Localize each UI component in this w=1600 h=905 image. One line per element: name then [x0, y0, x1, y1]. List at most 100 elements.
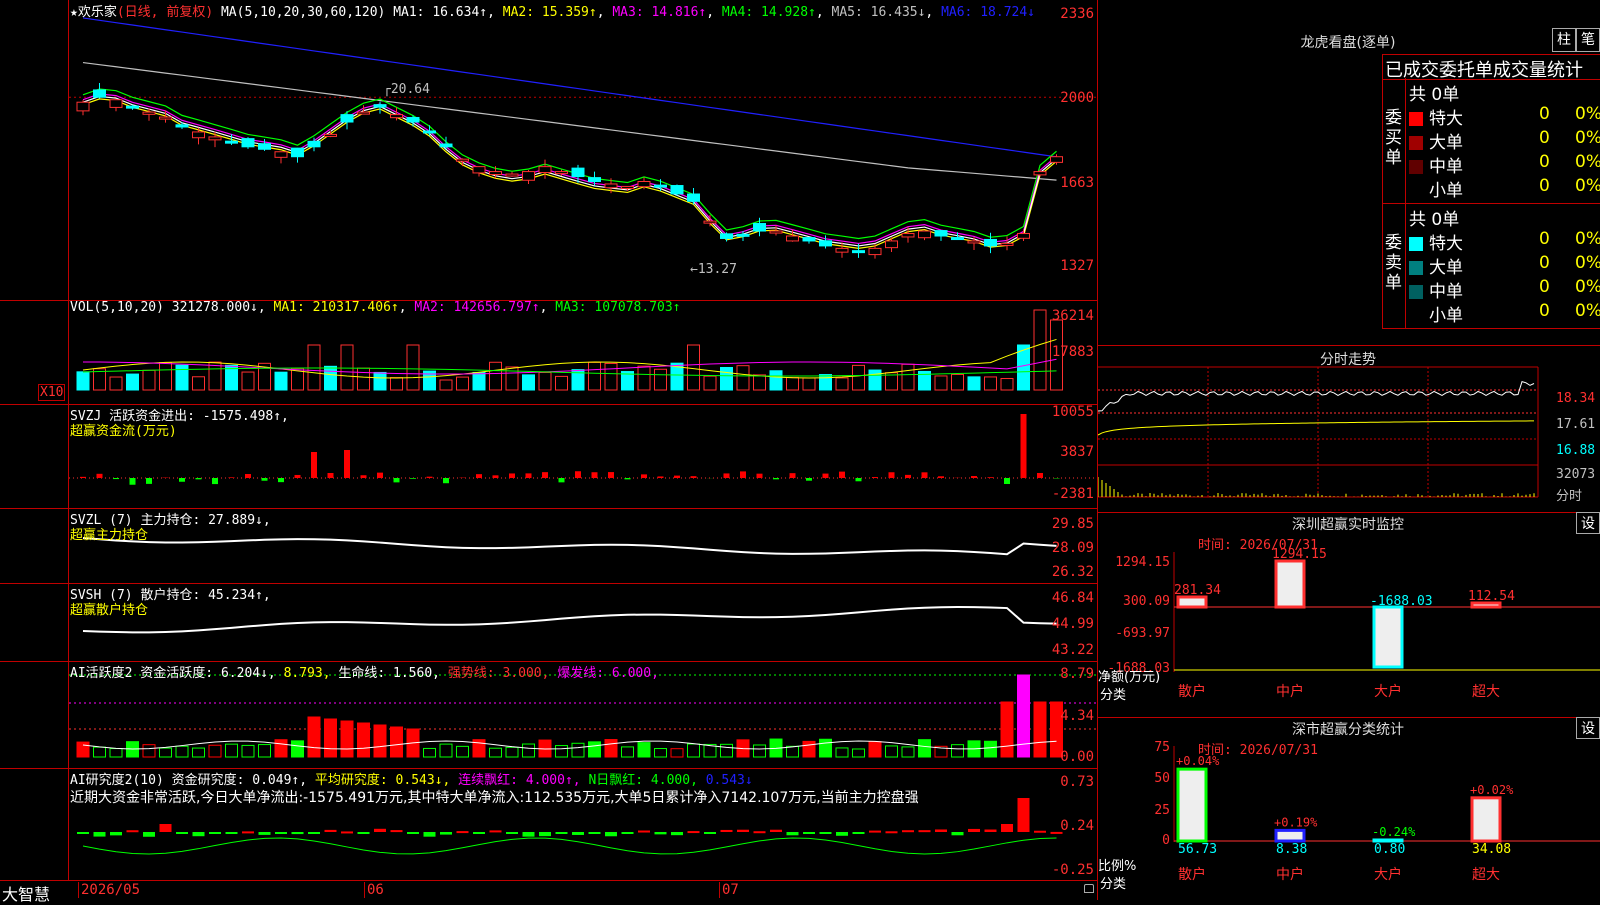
ai1-legend: AI活跃度2 资金活跃度: 6.204↓, 8.793, 生命线: 1.560,…	[70, 662, 659, 681]
research-bar	[589, 832, 601, 834]
sz-monitor-panel[interactable]: 深圳超赢实时监控 设 时间: 2026/07/31 1294.15300.09-…	[1098, 512, 1600, 718]
ma1-value: MA1: 16.634↑	[393, 5, 487, 20]
flow-bar	[295, 475, 301, 478]
candle	[242, 139, 254, 147]
ai-research-panel[interactable]: 0.73 0.24 -0.25 AI研究度2(10) 资金研究度: 0.049↑…	[0, 768, 1098, 881]
volume-bar	[440, 380, 452, 390]
lhb-tab[interactable]: 已成交委托单成交量统计	[1382, 54, 1600, 80]
flow-bar	[146, 478, 152, 484]
research-bar	[440, 832, 452, 835]
main-holding-line	[83, 538, 1057, 554]
volume-bar	[853, 365, 865, 390]
fs-tick: 分时	[1556, 485, 1582, 504]
candle	[193, 132, 205, 138]
activity-bar	[193, 748, 205, 757]
research-bar	[1018, 798, 1030, 832]
activity-bar	[490, 748, 502, 757]
research-bar	[374, 829, 386, 832]
flow-bar	[641, 474, 647, 478]
research-bar	[688, 831, 700, 833]
volume-bar	[176, 365, 188, 390]
svzl-panel[interactable]: 29.85 28.09 26.32 SVZL (7) 主力持仓: 27.889↓…	[0, 508, 1098, 584]
volume-bar	[143, 370, 155, 390]
buy-label: 委买单	[1385, 108, 1403, 168]
svzj-panel[interactable]: 10055 3837 -2381 SVZJ 活跃资金进出: -1575.498↑…	[0, 404, 1098, 509]
net-amount-chart: 1294.15300.09-693.97-1688.03281.341294.1…	[1098, 512, 1600, 717]
activity-bar	[952, 745, 964, 757]
category-label: 大户	[1374, 866, 1402, 883]
price-panel[interactable]: 2336 2000 1663 1327 ★欢乐家(日线, 前复权) MA(5,1…	[0, 0, 1098, 301]
activity-bar	[391, 727, 403, 757]
volume-bar	[374, 372, 386, 390]
flow-bar	[130, 478, 136, 485]
order-percent: 0%	[1575, 253, 1600, 273]
candle	[1018, 234, 1030, 239]
flow-bar	[97, 474, 103, 478]
flow-bar	[938, 476, 944, 478]
volume-panel[interactable]: 36214 17883 X10 VOL(5,10,20) 321278.000↓…	[0, 300, 1098, 405]
star-icon[interactable]: ★	[70, 5, 78, 20]
volume-bar	[737, 366, 749, 390]
ai1-part: 爆发线: 6.000,	[557, 666, 659, 681]
legend-swatch	[1409, 184, 1423, 198]
flow-bar	[889, 472, 895, 478]
svzl-tick: 26.32	[1032, 564, 1098, 580]
order-count: 0	[1539, 229, 1550, 249]
sz-y-label: 净额(万元)	[1098, 666, 1160, 685]
ai-activity-panel[interactable]: 8.79 4.34 0.00 AI活跃度2 资金活跃度: 6.204↓, 8.7…	[0, 661, 1098, 769]
candle	[820, 241, 832, 246]
research-bar	[605, 832, 617, 836]
volume-bar	[308, 345, 320, 390]
cls-tick: 25	[1154, 803, 1170, 818]
activity-bar	[589, 742, 601, 757]
order-count: 0	[1539, 301, 1550, 321]
svzl-tick: 28.09	[1032, 540, 1098, 556]
flow-bar	[674, 476, 680, 478]
adjust-mode[interactable]: (日线, 前复权)	[117, 5, 213, 20]
category-label: 中户	[1276, 866, 1304, 883]
candle	[655, 185, 667, 187]
volume-bar	[391, 378, 403, 390]
flow-bar	[905, 475, 911, 478]
lock-icon[interactable]	[1084, 884, 1094, 893]
intraday-panel[interactable]: 分时走势 18.34 17.61 16.88 32073 分时	[1098, 345, 1600, 513]
candle	[688, 194, 700, 201]
date-axis: 大智慧 2026/05 06 07	[0, 880, 1098, 900]
ratio-bar	[1178, 769, 1206, 841]
intraday-chart	[1098, 345, 1600, 512]
ai2-part: N日飘红: 4.000,	[588, 773, 697, 788]
volume-bar	[869, 370, 881, 390]
candle	[836, 248, 848, 252]
ratio-bar	[1276, 830, 1304, 841]
order-row-sell: 中单00%	[1409, 277, 1599, 299]
sell-label: 委卖单	[1385, 233, 1403, 293]
ai-comment: 近期大资金非常活跃,今日大单净流出:-1575.491万元,其中特大单净流入:1…	[70, 787, 919, 807]
flow-bar	[1004, 478, 1010, 484]
flow-bar	[839, 472, 845, 478]
bar-mode-button[interactable]: 柱	[1552, 28, 1576, 52]
flow-bar	[493, 475, 499, 478]
avg-research-line	[83, 838, 1057, 854]
research-bar	[869, 831, 881, 833]
research-bar	[770, 830, 782, 832]
activity-bar	[440, 744, 452, 757]
tick-mode-button[interactable]: 笔	[1576, 28, 1600, 52]
candle	[622, 186, 634, 188]
research-bar	[424, 832, 436, 837]
research-bar	[985, 830, 997, 832]
ma5-value: MA5: 16.435↓	[832, 5, 926, 20]
vol-ma3: MA3: 107078.703↑	[555, 300, 680, 315]
svzj-title: 超赢资金流(万元)	[70, 420, 177, 439]
ai2-tick: 0.73	[1032, 774, 1098, 790]
fs-tick: 16.88	[1556, 443, 1595, 458]
category-label: 散户	[1178, 866, 1206, 883]
sell-orders: 委卖单 共 0单 特大00%大单00%中单00%小单00%	[1382, 203, 1600, 329]
research-bar	[803, 832, 815, 834]
stock-name: 欢乐家	[78, 5, 117, 20]
activity-bar	[572, 743, 584, 757]
chart-area[interactable]: 2336 2000 1663 1327 ★欢乐家(日线, 前复权) MA(5,1…	[0, 0, 1098, 900]
date-label: 2026/05	[78, 882, 140, 898]
candle	[391, 115, 403, 118]
svsh-panel[interactable]: 46.84 44.99 43.22 SVSH (7) 散户持仓: 45.234↑…	[0, 583, 1098, 662]
sz-class-panel[interactable]: 深市超赢分类统计 设 时间: 2026/07/31 755025056.73+0…	[1098, 717, 1600, 900]
